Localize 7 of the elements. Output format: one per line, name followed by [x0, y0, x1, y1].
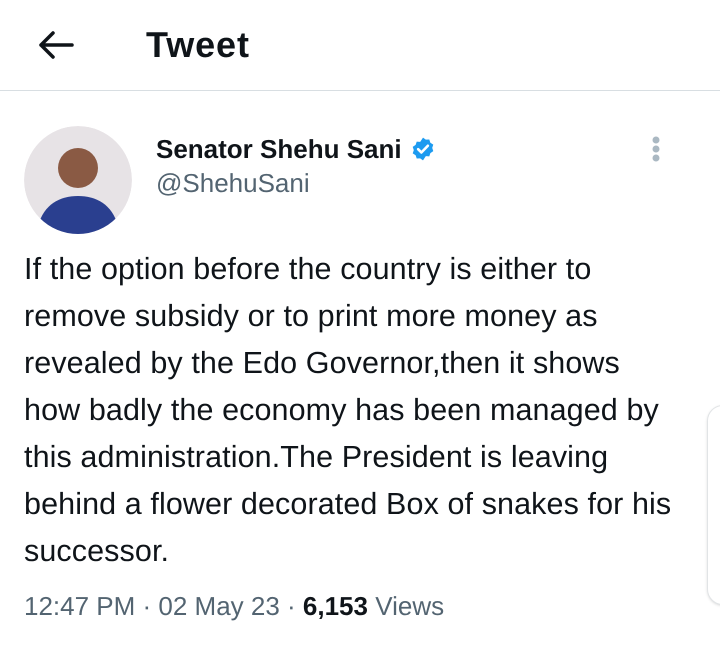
- tweet-meta: 12:47 PM · 02 May 23 · 6,153 Views: [23, 590, 446, 623]
- avatar-silhouette-icon: [24, 126, 132, 234]
- tweet-text: If the option before the country is either to remove subsidy or to print more money as revealed by the Edo Governor,then it shows how badly the economy has been managed by this administration.The President is leaving behind a flower decorated Box of snakes for his successor.: [23, 251, 672, 570]
- back-arrow-icon[interactable]: [38, 30, 74, 60]
- header-title: Tweet: [146, 23, 250, 67]
- author-name[interactable]: Senator Shehu Sani: [156, 132, 402, 166]
- author-handle: @ShehuSani: [156, 167, 311, 200]
